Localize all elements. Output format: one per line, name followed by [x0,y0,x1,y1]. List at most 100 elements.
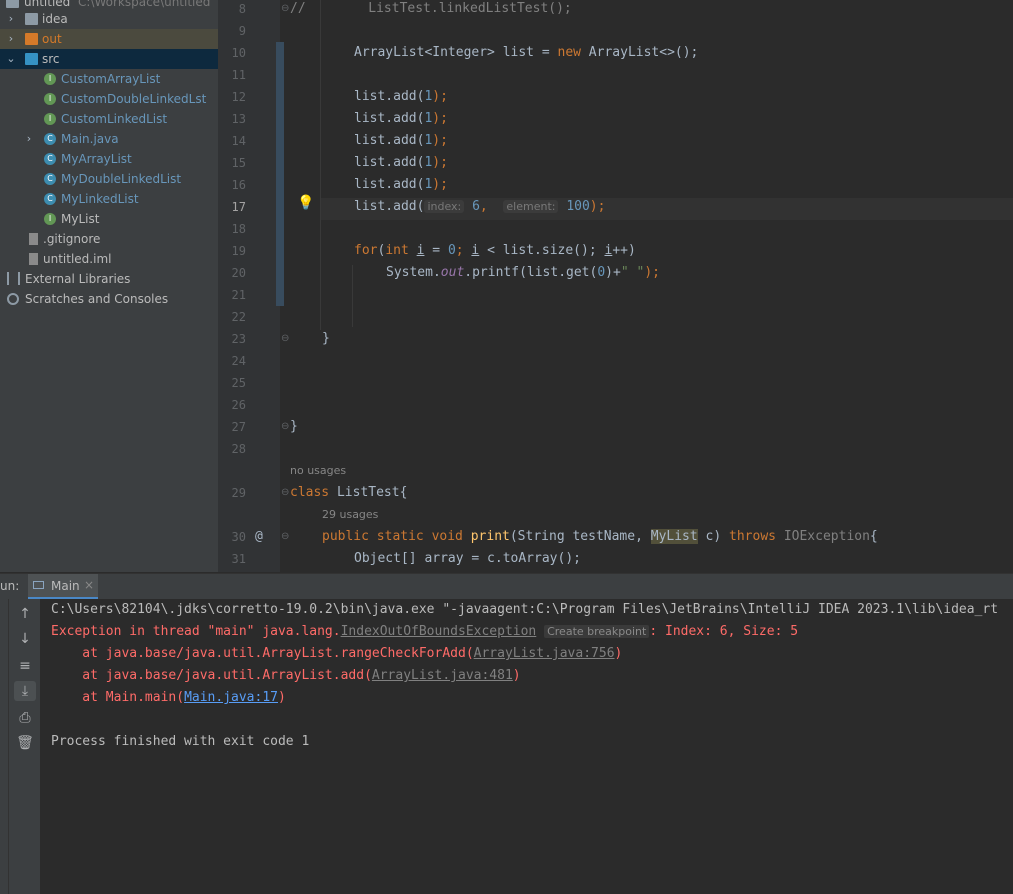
library-icon [7,272,20,285]
exception-class-link[interactable]: IndexOutOfBoundsException [341,624,537,639]
tree-item-main[interactable]: › C Main.java [0,129,218,149]
tree-item-myarraylist[interactable]: C MyArrayList [0,149,218,169]
folder-icon [25,13,38,25]
stack-trace-link[interactable]: Main.java:17 [184,690,278,705]
console-trace-line: at Main.main(Main.java:17) [51,687,286,709]
tree-item-label: Main.java [61,132,119,146]
class-icon: C [44,173,56,185]
interface-icon: I [44,213,56,225]
console-command-line: C:\Users\82104\.jdks\corretto-19.0.2\bin… [51,602,999,617]
tree-item-label: CustomArrayList [61,72,161,86]
chevron-down-icon[interactable]: ⌄ [5,49,17,69]
line-number: 21 [231,288,246,302]
code-token: ArrayList<>(); [580,45,699,60]
line-number: 29 [231,486,246,500]
class-icon: C [44,193,56,205]
console-text: ) [614,646,623,661]
code-token: ); [432,155,448,170]
tab-main[interactable]: Main × [28,574,98,600]
string-literal: " " [620,265,645,280]
usages-hint[interactable]: no usages [290,460,346,482]
tree-item-untitled-iml[interactable]: untitled.iml [0,249,218,269]
change-marker [276,42,284,306]
trash-icon[interactable]: 🗑 [14,733,36,753]
code-token: < list.size(); [479,243,605,258]
create-breakpoint-button[interactable]: Create breakpoint [544,625,650,638]
arrow-down-icon[interactable]: ↓ [14,629,36,649]
scroll-to-end-icon[interactable]: ⤓ [14,681,36,701]
indent-guide [320,0,321,330]
code-token: IOException [776,529,870,544]
tree-item-customdoublelinkedlst[interactable]: I CustomDoubleLinkedLst [0,89,218,109]
folder-icon [25,53,38,65]
tree-item-customlinkedlist[interactable]: I CustomLinkedList [0,109,218,129]
tree-item-external-libraries[interactable]: External Libraries [0,269,218,289]
run-label: un: [0,579,20,593]
chevron-right-icon[interactable]: › [23,129,35,149]
console-trace-line: at java.base/java.util.ArrayList.add(Arr… [51,665,520,687]
number-literal: 0 [447,243,456,258]
line-number: 14 [231,134,246,148]
code-line-19: for(int i = 0; i < list.size(); i++) [354,240,636,262]
line-number: 10 [231,46,246,60]
class-icon: C [44,133,56,145]
tree-item-gitignore[interactable]: .gitignore [0,229,218,249]
keyword: new [557,45,581,60]
chevron-right-icon[interactable]: › [5,9,17,29]
tree-item-label: Scratches and Consoles [25,292,169,306]
line-number: 17 [231,200,246,214]
run-toolbar: ↑ ↓ ≡ ⤓ ⎙ 🗑 [0,599,40,894]
tree-item-customarraylist[interactable]: I CustomArrayList [0,69,218,89]
tree-item-src[interactable]: ⌄ src [0,49,218,69]
override-at-icon[interactable]: @ [255,526,263,548]
arrow-up-icon[interactable]: ↑ [14,604,36,624]
fold-icon[interactable]: ⊖ [281,421,289,432]
fold-icon[interactable]: ⊖ [281,487,289,498]
code-line-16: list.add(1); [354,174,448,196]
tree-item-scratches[interactable]: Scratches and Consoles [0,289,218,309]
line-number: 9 [238,24,246,38]
line-number: 24 [231,354,246,368]
chevron-right-icon[interactable]: › [5,29,17,49]
line-number: 20 [231,266,246,280]
code-token: ); [432,89,448,104]
tree-item-mylist[interactable]: I MyList [0,209,218,229]
keyword: for [354,243,378,258]
usages-hint[interactable]: 29 usages [322,504,378,526]
line-number: 25 [231,376,246,390]
code-token: list.add( [354,89,425,104]
print-icon[interactable]: ⎙ [14,708,36,728]
tree-item-mylinkedlist[interactable]: C MyLinkedList [0,189,218,209]
code-token: list.add( [354,111,425,126]
code-token: ; [455,243,472,258]
code-line-15: list.add(1); [354,152,448,174]
fold-icon[interactable]: ⊖ [281,333,289,344]
soft-wrap-icon[interactable]: ≡ [14,656,36,676]
tree-item-out[interactable]: › out [0,29,218,49]
close-icon[interactable]: × [84,578,94,592]
stack-trace-link[interactable]: ArrayList.java:481 [372,668,513,683]
stack-trace-link[interactable]: ArrayList.java:756 [474,646,615,661]
indent-guide [352,265,353,327]
code-line-8: // ListTest.linkedListTest(); [290,0,572,20]
fold-icon[interactable]: ⊖ [281,531,289,542]
lightbulb-icon[interactable]: 💡 [297,195,314,211]
keyword: public static void [322,529,463,544]
code-token: list.add( [354,199,425,214]
keyword: throws [729,529,776,544]
file-icon [29,253,38,265]
tree-item-idea[interactable]: › idea [0,9,218,29]
tree-item-mydoublelinkedlist[interactable]: C MyDoubleLinkedList [0,169,218,189]
console-text: Exception in thread "main" java.lang. [51,624,341,639]
keyword: class [290,485,330,500]
fold-icon[interactable]: ⊖ [281,3,289,14]
interface-icon: I [44,93,56,105]
code-token: , [479,199,496,214]
comment: // ListTest.linkedListTest(); [290,1,572,16]
number-literal: 0 [597,265,606,280]
code-token: list.add( [354,155,425,170]
line-number: 15 [231,156,246,170]
code-token: ); [432,177,448,192]
number-literal: 6 [472,199,480,214]
folder-icon [6,0,19,8]
